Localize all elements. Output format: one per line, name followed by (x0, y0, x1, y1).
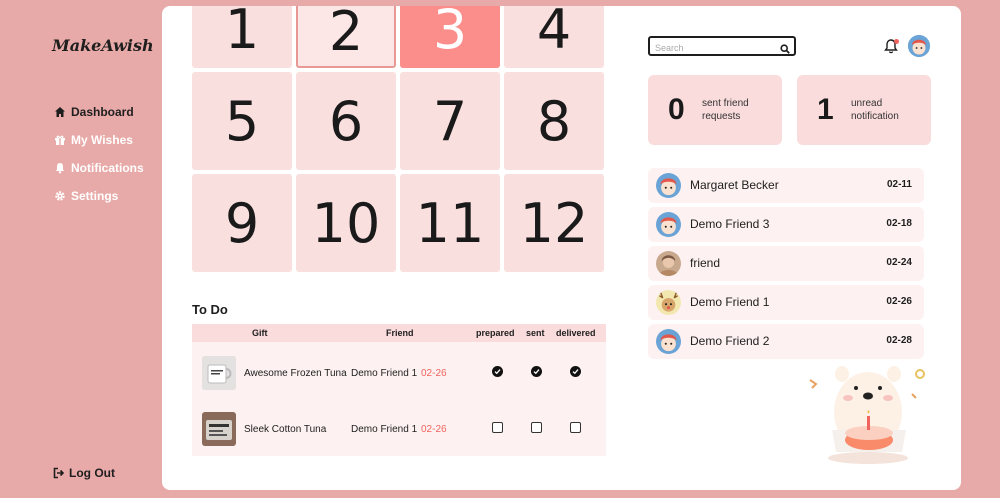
calendar-day[interactable]: 2 (296, 6, 396, 68)
photo-avatar-icon (656, 251, 681, 276)
list-item[interactable]: Margaret Becker 02-11 (648, 168, 924, 203)
prepared-checkbox[interactable] (492, 422, 503, 433)
sidebar-item-dashboard[interactable]: Dashboard (54, 98, 144, 126)
friend-requests-label: sent friend requests (702, 98, 749, 122)
list-item[interactable]: Demo Friend 2 02-28 (648, 324, 924, 359)
friend-requests-card[interactable]: 0 sent friend requests (648, 75, 782, 145)
friend-name: Demo Friend 1 (690, 295, 770, 309)
notification-bell-icon[interactable] (884, 38, 899, 54)
notifications-count: 1 (817, 93, 834, 126)
calendar-grid: 1 2 3 4 5 6 7 8 9 10 11 12 (192, 6, 606, 272)
table-row[interactable]: Sleek Cotton Tuna Demo Friend 1 02-26 (192, 404, 606, 454)
friend-requests-count: 0 (668, 93, 685, 126)
sidebar-item-label: Notifications (71, 161, 144, 175)
column-header-gift: Gift (252, 328, 268, 338)
logout-label: Log Out (69, 466, 115, 480)
friend-date: 02-26 (886, 296, 912, 307)
friend-name: Demo Friend 3 (690, 217, 770, 231)
friend-date: 02-28 (886, 335, 912, 346)
birthday-bear-illustration (809, 366, 925, 464)
reindeer-avatar-icon (656, 290, 681, 315)
column-header-friend: Friend (386, 328, 414, 338)
gift-thumbnail (202, 412, 236, 446)
friend-name: friend (690, 256, 721, 270)
notifications-card[interactable]: 1 unread notification (797, 75, 931, 145)
gift-name: Sleek Cotton Tuna (244, 424, 327, 435)
gift-name: Awesome Frozen Tuna (244, 368, 347, 379)
sidebar-item-my-wishes[interactable]: My Wishes (54, 126, 144, 154)
calendar-day[interactable]: 5 (192, 72, 292, 170)
notifications-label: unread notification (851, 98, 899, 122)
sidebar-item-label: My Wishes (71, 133, 133, 147)
boy-avatar-icon (656, 173, 681, 198)
due-date: 02-26 (421, 368, 447, 379)
todo-title: To Do (192, 302, 228, 317)
friend-name: Margaret Becker (690, 178, 779, 192)
calendar-day[interactable]: 7 (400, 72, 500, 170)
sidebar-item-label: Dashboard (71, 105, 134, 119)
search-box (648, 36, 796, 56)
calendar-day[interactable]: 10 (296, 174, 396, 272)
user-avatar[interactable] (908, 35, 930, 57)
list-item[interactable]: Demo Friend 1 02-26 (648, 285, 924, 320)
sidebar-item-settings[interactable]: Settings (54, 182, 144, 210)
sidebar-item-notifications[interactable]: Notifications (54, 154, 144, 182)
friend-date: 02-11 (886, 179, 912, 190)
friend-date: 02-24 (886, 257, 912, 268)
todo-header: Gift Friend prepared sent delivered (192, 324, 606, 342)
column-header-delivered: delivered (556, 328, 596, 338)
friends-list: Margaret Becker 02-11 Demo Friend 3 02-1… (648, 168, 924, 363)
column-header-prepared: prepared (476, 328, 515, 338)
todo-table: Gift Friend prepared sent delivered Awes… (192, 324, 606, 456)
sidebar-nav: Dashboard My Wishes Notifications Settin… (54, 98, 144, 210)
bell-icon (54, 162, 66, 174)
friend-date: 02-18 (886, 218, 912, 229)
calendar-day[interactable]: 11 (400, 174, 500, 272)
logout-icon (53, 467, 65, 479)
column-header-sent: sent (526, 328, 545, 338)
delivered-checkbox[interactable] (570, 422, 581, 433)
friend-name: Demo Friend 2 (690, 334, 770, 348)
calendar-day[interactable]: 9 (192, 174, 292, 272)
calendar-day[interactable]: 12 (504, 174, 604, 272)
calendar-day[interactable]: 4 (504, 6, 604, 68)
gear-icon (54, 190, 66, 202)
boy-avatar-icon (656, 212, 681, 237)
calendar-day[interactable]: 6 (296, 72, 396, 170)
app-logo[interactable]: MakeAwish (52, 36, 154, 55)
friend-name: Demo Friend 1 (351, 368, 418, 379)
sent-checked-icon[interactable] (531, 366, 542, 377)
sidebar-item-label: Settings (71, 189, 119, 203)
delivered-checked-icon[interactable] (570, 366, 581, 377)
list-item[interactable]: Demo Friend 3 02-18 (648, 207, 924, 242)
due-date: 02-26 (421, 424, 447, 435)
search-icon[interactable] (780, 41, 790, 54)
search-input[interactable] (650, 40, 770, 56)
table-row[interactable]: Awesome Frozen Tuna Demo Friend 1 02-26 (192, 348, 606, 398)
list-item[interactable]: friend 02-24 (648, 246, 924, 281)
gift-icon (54, 134, 66, 146)
friend-name: Demo Friend 1 (351, 424, 418, 435)
home-icon (54, 106, 66, 118)
boy-avatar-icon (656, 329, 681, 354)
calendar-day[interactable]: 1 (192, 6, 292, 68)
gift-thumbnail (202, 356, 236, 390)
main-card: 1 2 3 4 5 6 7 8 9 10 11 12 To Do Gift Fr… (162, 6, 961, 490)
prepared-checked-icon[interactable] (492, 366, 503, 377)
calendar-day[interactable]: 8 (504, 72, 604, 170)
logout-button[interactable]: Log Out (53, 466, 115, 480)
sent-checkbox[interactable] (531, 422, 542, 433)
notification-dot (894, 39, 899, 44)
calendar-day-selected[interactable]: 3 (400, 6, 500, 68)
